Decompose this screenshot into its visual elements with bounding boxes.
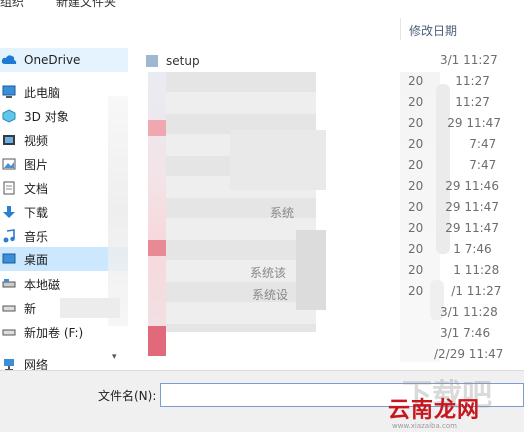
file-name: 系统设	[252, 288, 289, 302]
nav-item-label: 新加卷 (F:)	[24, 325, 84, 340]
date-cell: 20 7:47	[408, 158, 497, 172]
file-row[interactable]: 系统设	[252, 284, 288, 305]
blur-patch	[60, 298, 120, 318]
blur-patch	[108, 96, 128, 326]
new-folder-button[interactable]: 新建文件夹	[56, 0, 116, 10]
video-icon	[0, 132, 18, 148]
download-icon	[0, 204, 18, 220]
date-modified-label: 修改日期	[409, 24, 458, 38]
nav-item-label: 下载	[24, 205, 49, 220]
date-modified-column-header[interactable]: 修改日期	[400, 18, 524, 40]
cube-icon	[0, 108, 18, 124]
watermark-url: www.xiazaiba.com	[392, 422, 457, 430]
nav-item-label: 图片	[24, 157, 49, 172]
nav-item-label: OneDrive	[24, 53, 81, 67]
date-cell: 20 7:47	[408, 137, 497, 151]
nav-item-label: 新	[24, 301, 37, 316]
file-icon	[146, 54, 158, 67]
blur-patch	[148, 326, 166, 356]
date-cell: 20 11:27	[408, 95, 490, 109]
date-cell: 20 29 11:47	[408, 200, 499, 214]
file-row[interactable]: 系统	[270, 202, 294, 223]
desktop-icon	[0, 251, 18, 267]
nav-item-label: 视频	[24, 133, 49, 148]
date-cell: 20 1 7:46	[408, 242, 492, 256]
nav-item-label: 文档	[24, 181, 49, 196]
nav-item-label: 桌面	[24, 252, 49, 267]
cloud-icon	[0, 52, 18, 68]
file-row[interactable]: 系统该	[250, 262, 286, 283]
file-name: setup	[166, 53, 200, 68]
filename-label: 文件名(N):	[98, 389, 157, 403]
date-cell: 20 1 11:28	[408, 263, 500, 277]
toolbar-organize-button[interactable]: 组织	[0, 0, 24, 10]
date-cell: 20 29 11:47	[408, 116, 501, 130]
date-cell: /2/29 11:47	[434, 347, 504, 361]
date-cell: 3/1 7:46	[440, 326, 491, 340]
blur-patch	[296, 230, 326, 310]
date-cell: 3/1 11:28	[440, 305, 498, 319]
blur-patch	[148, 240, 166, 256]
drive-icon	[0, 300, 18, 316]
watermark: 下载吧 云南龙网 www.xiazaiba.com	[388, 378, 524, 432]
file-name: 系统该	[250, 266, 287, 280]
music-icon	[0, 228, 18, 244]
watermark-text: 云南龙网	[388, 398, 481, 423]
date-cell: 20/1 11:27	[408, 284, 502, 298]
document-icon	[0, 180, 18, 196]
nav-item-label: 3D 对象	[24, 109, 69, 124]
nav-item-label: 音乐	[24, 229, 49, 244]
nav-item-onedrive[interactable]: OneDrive	[0, 48, 128, 72]
nav-item-label: 本地磁	[24, 277, 61, 292]
date-cell: 3/1 11:27	[440, 53, 498, 67]
nav-item-label: 此电脑	[24, 85, 61, 100]
toolbar: 组织 新建文件夹	[0, 0, 524, 10]
picture-icon	[0, 156, 18, 172]
date-cell: 20 29 11:47	[408, 221, 499, 235]
computer-icon	[0, 84, 18, 100]
date-cell: 20 11:27	[408, 74, 490, 88]
blur-patch	[148, 72, 166, 352]
blur-patch	[148, 120, 166, 136]
drive-icon	[0, 276, 18, 292]
nav-scroll-down-icon[interactable]: ▾	[112, 352, 124, 366]
file-name: 系统	[270, 206, 295, 220]
blur-patch	[230, 130, 326, 190]
date-cell: 20 29 11:46	[408, 179, 499, 193]
file-row[interactable]: setup	[146, 50, 200, 71]
drive-icon	[0, 324, 18, 340]
